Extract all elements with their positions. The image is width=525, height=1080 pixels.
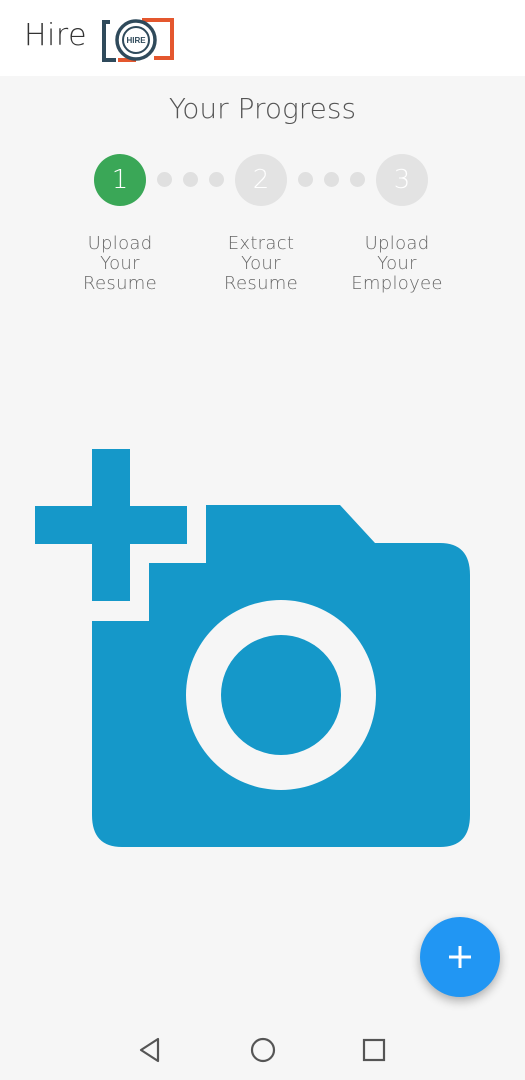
- step-1-number: 1: [111, 165, 129, 195]
- step-1-circle[interactable]: 1: [94, 154, 146, 206]
- app-bar: Hire HIRE: [0, 0, 525, 76]
- hire-logo-icon: HIRE: [102, 18, 174, 62]
- step-3-label: Upload Your Employee: [351, 233, 443, 294]
- plus-icon: [449, 946, 471, 968]
- step-3-number: 3: [393, 165, 411, 195]
- app-title: Hire: [24, 18, 88, 53]
- step-connector-dot: [298, 172, 313, 187]
- step-connector-dot: [324, 172, 339, 187]
- home-circle-icon[interactable]: [249, 1036, 277, 1064]
- recents-square-icon[interactable]: [360, 1036, 388, 1064]
- step-2-label: Extract Your Resume: [224, 233, 298, 294]
- step-2-number: 2: [252, 165, 270, 195]
- system-nav-bar: [0, 1020, 525, 1080]
- step-1-label: Upload Your Resume: [83, 233, 157, 294]
- add-fab-button[interactable]: [420, 917, 500, 997]
- step-3-circle[interactable]: 3: [376, 154, 428, 206]
- logo-text: HIRE: [126, 36, 146, 45]
- progress-title: Your Progress: [168, 92, 357, 125]
- back-triangle-icon[interactable]: [136, 1036, 164, 1064]
- step-connector-dot: [183, 172, 198, 187]
- step-connector-dot: [209, 172, 224, 187]
- step-connector-dot: [157, 172, 172, 187]
- step-connector-dot: [350, 172, 365, 187]
- add-photo-camera-icon[interactable]: [30, 445, 480, 855]
- step-2-circle[interactable]: 2: [235, 154, 287, 206]
